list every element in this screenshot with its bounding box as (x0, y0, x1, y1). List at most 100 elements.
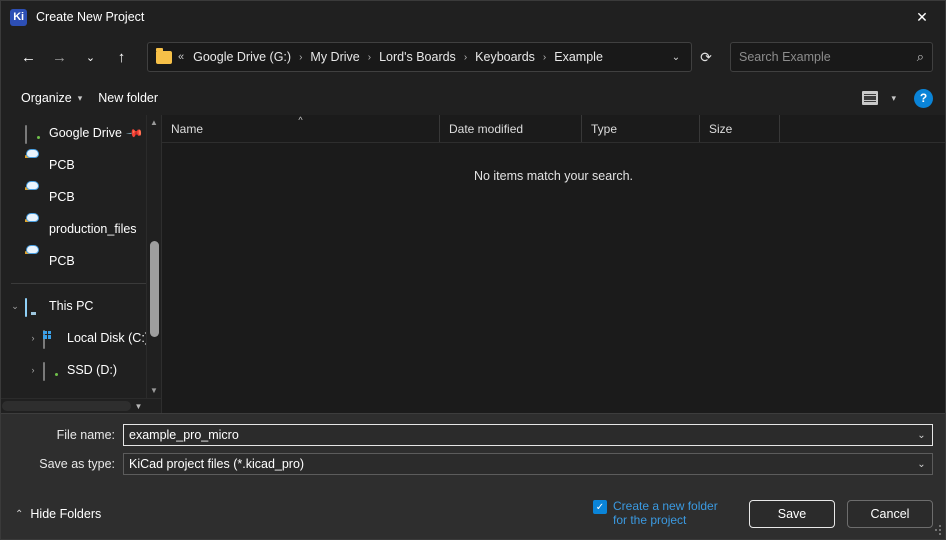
chevron-right-icon: › (459, 52, 472, 63)
view-mode-button[interactable] (857, 87, 883, 109)
column-label: Name (171, 122, 203, 136)
chevron-down-icon[interactable]: ⌄ (913, 430, 930, 441)
recent-locations-icon[interactable]: ⌄ (75, 42, 106, 73)
scroll-up-icon[interactable]: ▲ (147, 115, 162, 130)
scrollbar-track[interactable] (2, 401, 131, 411)
close-icon[interactable]: ✕ (899, 1, 945, 33)
create-new-folder-checkbox-group[interactable]: ✓ Create a new folder for the project (593, 499, 735, 527)
chevron-up-icon: ⌃ (15, 509, 23, 520)
breadcrumb-overflow-icon[interactable]: « (178, 51, 184, 63)
back-icon[interactable]: ← (13, 42, 44, 73)
file-name-row: File name: ⌄ (13, 424, 933, 446)
chevron-down-icon[interactable]: ⌄ (5, 301, 25, 312)
column-header-type[interactable]: Type (582, 115, 700, 142)
sidebar-horizontal-scrollbar[interactable]: ▼ (1, 398, 161, 413)
save-as-type-value: KiCad project files (*.kicad_pro) (129, 457, 913, 471)
sidebar-vertical-scrollbar[interactable]: ▲ ▼ (146, 115, 161, 398)
column-header-date-modified[interactable]: Date modified (440, 115, 582, 142)
save-button[interactable]: Save (749, 500, 835, 528)
cancel-button[interactable]: Cancel (847, 500, 933, 528)
breadcrumb[interactable]: « Google Drive (G:) › My Drive › Lord's … (147, 42, 692, 72)
sidebar-item-label: Local Disk (C:) (67, 331, 149, 345)
column-header-filler (780, 115, 945, 142)
drive-icon (43, 363, 60, 378)
sidebar-item-local-disk-c[interactable]: › Local Disk (C:) (1, 322, 161, 354)
chevron-down-icon: ▾ (78, 93, 83, 104)
forward-icon[interactable]: → (44, 42, 75, 73)
new-folder-button[interactable]: New folder (90, 86, 166, 110)
organize-button[interactable]: Organize ▾ (13, 86, 90, 110)
column-label: Size (709, 122, 732, 136)
sidebar-item-google-drive[interactable]: Google Drive 📌 (1, 117, 161, 149)
search-input[interactable] (739, 50, 917, 64)
command-bar-right: ▾ ? (857, 87, 933, 109)
chevron-right-icon[interactable]: › (23, 333, 43, 343)
sidebar-item-pcb-2[interactable]: PCB (1, 181, 161, 213)
create-new-project-dialog: Ki Create New Project ✕ ← → ⌄ ↑ « Google… (0, 0, 946, 540)
empty-state-message: No items match your search. (162, 143, 945, 413)
scroll-right-icon[interactable]: ▼ (131, 399, 146, 414)
dialog-body: Google Drive 📌 PCB PCB (1, 115, 945, 413)
sidebar-item-label: PCB (49, 254, 75, 268)
up-icon[interactable]: ↑ (106, 42, 137, 73)
chevron-down-icon[interactable]: ⌄ (913, 459, 930, 470)
breadcrumb-item-0[interactable]: Google Drive (G:) (190, 48, 294, 66)
help-icon[interactable]: ? (914, 89, 933, 108)
folder-icon (156, 51, 172, 64)
sort-ascending-icon: ^ (298, 115, 302, 125)
breadcrumb-list: Google Drive (G:) › My Drive › Lord's Bo… (190, 48, 665, 66)
sidebar-item-label: SSD (D:) (67, 363, 117, 377)
sidebar-item-label: This PC (49, 299, 93, 313)
column-header-name[interactable]: ^ Name (162, 115, 440, 142)
view-mode-dropdown-icon[interactable]: ▾ (885, 88, 902, 109)
file-name-combobox[interactable]: ⌄ (123, 424, 933, 446)
chevron-right-icon: › (538, 52, 551, 63)
column-header-size[interactable]: Size (700, 115, 780, 142)
chevron-right-icon[interactable]: › (23, 365, 43, 375)
sidebar-item-ssd-d[interactable]: › SSD (D:) (1, 354, 161, 386)
scrollbar-thumb[interactable] (150, 241, 159, 337)
save-as-type-combobox[interactable]: KiCad project files (*.kicad_pro) ⌄ (123, 453, 933, 475)
breadcrumb-dropdown-icon[interactable]: ⌄ (665, 44, 687, 70)
action-row: ⌃ Hide Folders ✓ Create a new folder for… (1, 499, 945, 529)
chevron-right-icon: › (363, 52, 376, 63)
list-view-icon (862, 91, 878, 105)
sidebar-item-label: production_files (49, 222, 137, 236)
resize-grip[interactable] (931, 525, 942, 536)
sidebar-item-pcb-3[interactable]: PCB (1, 245, 161, 277)
breadcrumb-item-2[interactable]: Lord's Boards (376, 48, 459, 66)
breadcrumb-item-4[interactable]: Example (551, 48, 606, 66)
folder-cloud-icon (25, 190, 42, 205)
navigation-bar: ← → ⌄ ↑ « Google Drive (G:) › My Drive ›… (1, 33, 945, 81)
create-new-folder-checkbox[interactable]: ✓ (593, 500, 607, 514)
scroll-down-icon[interactable]: ▼ (147, 383, 162, 398)
column-headers: ^ Name Date modified Type Size (162, 115, 945, 143)
folder-cloud-icon (25, 158, 42, 173)
drive-icon (25, 126, 42, 141)
save-as-type-row: Save as type: KiCad project files (*.kic… (13, 453, 933, 475)
title-bar: Ki Create New Project ✕ (1, 1, 945, 33)
column-label: Date modified (449, 122, 523, 136)
hide-folders-button[interactable]: ⌃ Hide Folders (15, 507, 101, 521)
create-new-folder-label[interactable]: Create a new folder for the project (613, 499, 735, 527)
breadcrumb-item-3[interactable]: Keyboards (472, 48, 538, 66)
folder-cloud-icon (25, 254, 42, 269)
pc-icon (25, 299, 42, 314)
new-folder-label: New folder (98, 91, 158, 105)
search-icon: ⌕ (917, 49, 924, 65)
bottom-panel: File name: ⌄ Save as type: KiCad project… (1, 413, 945, 539)
sidebar-item-pcb-1[interactable]: PCB (1, 149, 161, 181)
breadcrumb-item-1[interactable]: My Drive (307, 48, 362, 66)
pin-icon: 📌 (125, 126, 141, 140)
search-box[interactable]: ⌕ (730, 42, 933, 72)
scrollbar-track[interactable] (147, 130, 162, 383)
folder-cloud-icon (25, 222, 42, 237)
file-name-label: File name: (13, 428, 123, 442)
sidebar-item-this-pc[interactable]: ⌄ This PC (1, 290, 161, 322)
chevron-right-icon: › (294, 52, 307, 63)
file-list-pane: ^ Name Date modified Type Size No items … (161, 115, 945, 413)
sidebar-item-production-files[interactable]: production_files (1, 213, 161, 245)
file-name-input[interactable] (129, 428, 913, 442)
refresh-icon[interactable]: ⟳ (692, 44, 720, 70)
sidebar-item-label: Google Drive (49, 126, 122, 140)
